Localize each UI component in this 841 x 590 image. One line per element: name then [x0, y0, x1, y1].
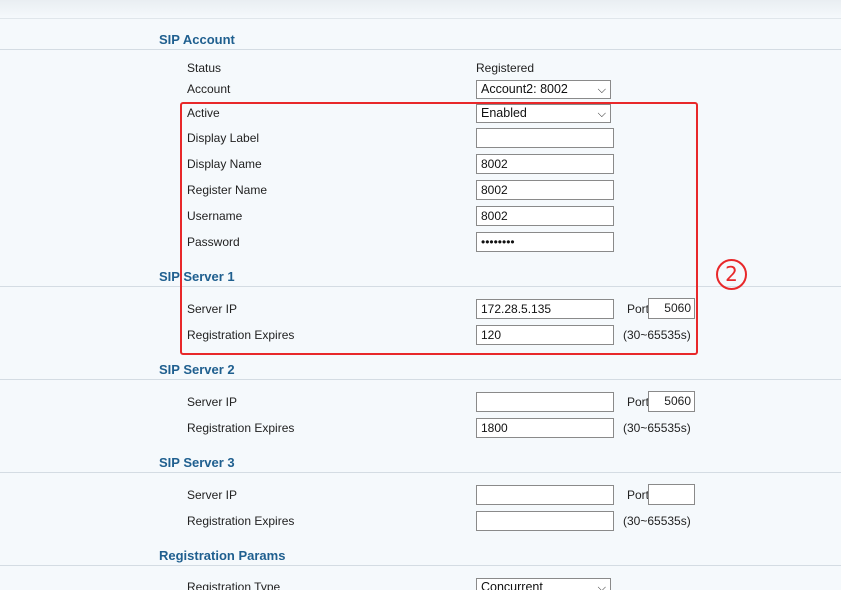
- section-title-registration-params: Registration Params: [159, 548, 286, 563]
- server2-expires-label: Registration Expires: [187, 421, 295, 435]
- server3-port-label: Port: [627, 488, 650, 502]
- registration-type-label: Registration Type: [187, 580, 281, 590]
- annotation-highlight-box: [180, 102, 698, 355]
- server2-expires-input[interactable]: 1800: [476, 418, 614, 438]
- server2-expires-hint: (30~65535s): [623, 421, 691, 435]
- chevron-down-icon: ⌵: [597, 84, 606, 96]
- server2-port-label: Port: [627, 395, 650, 409]
- server2-ip-label: Server IP: [187, 395, 238, 409]
- server3-ip-label: Server IP: [187, 488, 238, 502]
- page: SIP Account Status Registered Account Ac…: [0, 0, 841, 590]
- top-bar: [0, 0, 841, 19]
- registration-type-value: Concurrent: [481, 580, 543, 590]
- chevron-down-icon: ⌵: [597, 582, 606, 590]
- server2-port-input[interactable]: 5060: [648, 391, 695, 412]
- section-divider: [0, 565, 841, 566]
- section-divider: [0, 49, 841, 50]
- account-label: Account: [187, 82, 231, 96]
- section-title-sip-server-2: SIP Server 2: [159, 362, 235, 377]
- server3-expires-hint: (30~65535s): [623, 514, 691, 528]
- section-divider: [0, 379, 841, 380]
- section-title-sip-account: SIP Account: [159, 32, 235, 47]
- section-title-sip-server-3: SIP Server 3: [159, 455, 235, 470]
- server3-expires-label: Registration Expires: [187, 514, 295, 528]
- server3-ip-input[interactable]: [476, 485, 614, 505]
- status-value: Registered: [476, 61, 535, 75]
- account-select[interactable]: Account2: 8002 ⌵: [476, 80, 611, 99]
- account-select-value: Account2: 8002: [481, 82, 568, 96]
- status-label: Status: [187, 61, 222, 75]
- annotation-number-badge: 2: [716, 259, 747, 290]
- server3-port-input[interactable]: [648, 484, 695, 505]
- server2-ip-input[interactable]: [476, 392, 614, 412]
- section-divider: [0, 472, 841, 473]
- server3-expires-input[interactable]: [476, 511, 614, 531]
- registration-type-select[interactable]: Concurrent ⌵: [476, 578, 611, 590]
